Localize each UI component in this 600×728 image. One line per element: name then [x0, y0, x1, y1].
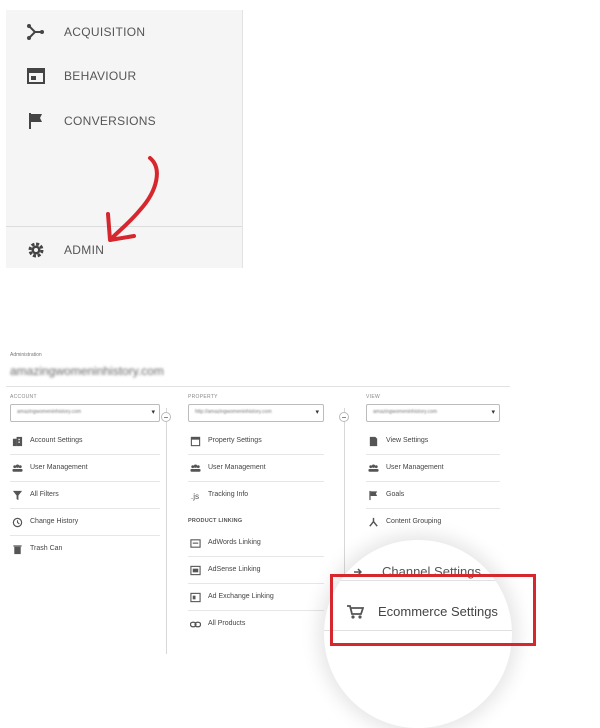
row-label: AdSense Linking [208, 566, 261, 573]
view-settings-link[interactable]: View Settings [366, 428, 500, 455]
annotation-arrow [106, 156, 159, 242]
document-icon [369, 436, 378, 447]
property-settings-link[interactable]: Property Settings [188, 428, 324, 455]
users-icon [12, 464, 23, 472]
ecommerce-highlight-box [330, 574, 536, 646]
row-label: All Products [208, 620, 246, 627]
caret-down-icon: ▾ [491, 409, 495, 416]
sidebar-item-behaviour[interactable]: BEHAVIOUR [6, 56, 242, 96]
trash-can-link[interactable]: Trash Can [10, 536, 160, 562]
page-title: amazingwomeninhistory.com [10, 364, 164, 378]
all-products-link[interactable]: All Products [188, 611, 324, 637]
flag-icon [29, 113, 42, 129]
account-column: ACCOUNT amazingwomeninhistory.com ▾ Acco… [10, 394, 160, 562]
property-header: PROPERTY [188, 394, 218, 400]
adsense-icon [190, 565, 201, 576]
account-user-management-link[interactable]: User Management [10, 455, 160, 482]
account-select-value: amazingwomeninhistory.com [17, 409, 82, 415]
row-label: User Management [30, 464, 88, 471]
users-icon [368, 464, 379, 472]
row-label: Change History [30, 518, 79, 525]
ad-exchange-linking-link[interactable]: Ad Exchange Linking [188, 584, 324, 611]
row-label: Tracking Info [208, 491, 249, 498]
row-label: Property Settings [208, 437, 262, 444]
account-header: ACCOUNT [10, 394, 37, 400]
building-icon [12, 436, 23, 447]
sidebar-item-label: ADMIN [64, 243, 105, 257]
sidebar-item-conversions[interactable]: CONVERSIONS [6, 101, 242, 141]
filter-icon [12, 490, 23, 501]
adsense-linking-link[interactable]: AdSense Linking [188, 557, 324, 584]
property-user-management-link[interactable]: User Management [188, 455, 324, 482]
caret-down-icon: ▾ [151, 409, 155, 416]
view-select-value: amazingwomeninhistory.com [373, 409, 438, 415]
property-select[interactable]: http://amazingwomeninhistory.com ▾ [188, 404, 324, 422]
header-divider [6, 386, 510, 387]
adwords-linking-link[interactable]: AdWords Linking [188, 530, 324, 557]
content-grouping-link[interactable]: Content Grouping [366, 509, 500, 535]
view-select[interactable]: amazingwomeninhistory.com ▾ [366, 404, 500, 422]
property-select-value: http://amazingwomeninhistory.com [195, 409, 272, 415]
property-column: PROPERTY http://amazingwomeninhistory.co… [188, 394, 338, 637]
view-user-management-link[interactable]: User Management [366, 455, 500, 482]
row-label: Content Grouping [386, 518, 442, 525]
goals-link[interactable]: Goals [366, 482, 500, 509]
sidebar-item-acquisition[interactable]: ACQUISITION [6, 12, 242, 52]
link-icon [190, 621, 201, 628]
gear-icon [28, 242, 44, 258]
svg-text:.js: .js [191, 492, 199, 501]
sidebar-item-label: CONVERSIONS [64, 114, 156, 128]
collapse-column-button[interactable] [339, 412, 349, 422]
users-icon [190, 464, 201, 472]
row-label: Ad Exchange Linking [208, 593, 274, 600]
row-label: User Management [208, 464, 266, 471]
row-label: View Settings [386, 437, 429, 444]
adexchange-icon [190, 592, 201, 603]
row-label: All Filters [30, 491, 59, 498]
flag-icon [369, 490, 378, 501]
behaviour-icon [27, 68, 45, 84]
change-history-link[interactable]: Change History [10, 509, 160, 536]
all-filters-link[interactable]: All Filters [10, 482, 160, 509]
row-label: Goals [386, 491, 405, 498]
row-label: Account Settings [30, 437, 83, 444]
settings-page-icon [190, 436, 201, 447]
account-settings-link[interactable]: Account Settings [10, 428, 160, 455]
product-linking-heading: PRODUCT LINKING [188, 518, 243, 524]
history-icon [12, 517, 23, 528]
js-icon: .js [191, 492, 199, 501]
sidebar-item-label: BEHAVIOUR [64, 69, 137, 83]
adwords-icon [190, 539, 201, 548]
caret-down-icon: ▾ [315, 409, 319, 416]
grouping-icon [369, 517, 378, 527]
acquisition-icon [27, 24, 44, 40]
collapse-column-button[interactable] [161, 412, 171, 422]
trash-icon [13, 545, 22, 555]
sidebar-item-label: ACQUISITION [64, 25, 146, 39]
account-select[interactable]: amazingwomeninhistory.com ▾ [10, 404, 160, 422]
breadcrumb: Administration [10, 352, 42, 358]
row-label: Trash Can [30, 545, 63, 552]
column-separator [166, 408, 167, 654]
row-label: User Management [386, 464, 444, 471]
view-header: VIEW [366, 394, 380, 400]
tracking-info-link[interactable]: .js Tracking Info [188, 482, 324, 508]
view-column: VIEW amazingwomeninhistory.com ▾ View Se… [366, 394, 516, 535]
row-label: AdWords Linking [208, 539, 261, 546]
